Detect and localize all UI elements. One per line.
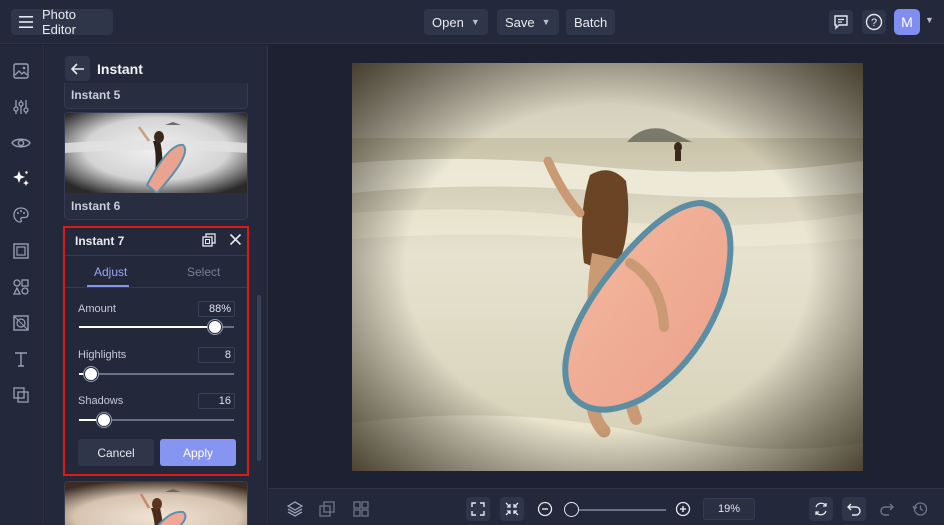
chevron-down-icon[interactable]: ▼ [925,15,934,25]
tab-adjust[interactable]: Adjust [94,265,127,279]
filter-item-label: Instant 5 [71,88,121,102]
zoom-slider-handle[interactable] [564,502,579,517]
menu-button[interactable]: Photo Editor [11,7,113,37]
hamburger-icon [19,16,33,28]
shadows-value[interactable]: 16 [198,393,235,409]
chevron-down-icon: ▼ [470,17,480,27]
filter-adjust-panel: Instant 7 Adjust Select Amount 88% Highl… [63,226,249,476]
filter-item-instant-6[interactable]: Instant 6 [64,112,248,220]
filter-item-instant-7[interactable] [64,481,248,525]
undo-icon[interactable] [842,497,866,521]
apply-button[interactable]: Apply [160,439,236,466]
effects-sparkle-icon[interactable] [10,168,32,190]
shadows-slider-handle[interactable] [96,413,111,427]
svg-text:?: ? [871,17,877,29]
highlights-slider-handle[interactable] [84,367,99,381]
filter-item-label: Instant 6 [71,199,121,213]
redo-icon[interactable] [875,497,899,521]
zoom-slider[interactable] [571,509,666,511]
overlay-icon[interactable] [10,384,32,406]
divider [65,287,247,288]
amount-slider-fill [79,326,216,328]
chevron-down-icon: ▼ [541,17,551,27]
zoom-value[interactable]: 19% [703,498,755,520]
panel-scrollbar[interactable] [257,295,261,461]
cancel-button[interactable]: Cancel [78,439,154,466]
arrow-left-icon [70,62,84,75]
feedback-icon[interactable] [829,10,853,34]
adjust-panel-title: Instant 7 [75,234,125,248]
reset-icon[interactable] [809,497,833,521]
filter-thumbnail [65,482,247,525]
open-button[interactable]: Open ▼ [424,9,488,35]
save-label: Save [505,14,535,30]
help-icon[interactable]: ? [862,10,886,34]
compare-icon[interactable] [315,497,339,521]
divider [65,255,247,256]
amount-value[interactable]: 88% [198,301,235,317]
tool-rail [0,45,44,525]
zoom-out-icon[interactable] [533,497,557,521]
zoom-in-icon[interactable] [671,497,695,521]
app-title: Photo Editor [42,7,76,37]
batch-button[interactable]: Batch [566,9,616,35]
amount-slider-handle[interactable] [208,320,223,334]
shrink-icon[interactable] [500,497,524,521]
top-bar: Photo Editor Open ▼ Save ▼ Batch ? M ▼ [0,0,944,44]
duplicate-icon[interactable] [202,233,216,252]
batch-label: Batch [574,14,608,30]
filter-item-instant-5[interactable]: Instant 5 [64,83,248,109]
shadows-label: Shadows [78,395,124,407]
graphics-icon[interactable] [10,276,32,298]
filter-thumbnail [65,113,247,193]
avatar[interactable]: M [894,9,920,35]
highlights-value[interactable]: 8 [198,347,235,363]
open-label: Open [432,14,464,30]
fit-to-screen-icon[interactable] [466,497,490,521]
highlights-label: Highlights [78,349,127,361]
layers-icon[interactable] [283,497,307,521]
history-icon[interactable] [908,497,932,521]
text-icon[interactable] [10,348,32,370]
save-button[interactable]: Save ▼ [497,9,559,35]
frame-icon[interactable] [10,240,32,262]
shadows-slider[interactable] [79,413,234,427]
grid-icon[interactable] [349,497,373,521]
amount-label: Amount [78,303,116,315]
amount-slider[interactable] [79,320,234,334]
photo-canvas[interactable] [352,63,863,471]
panel-title: Instant [97,61,143,77]
tab-select[interactable]: Select [187,265,220,279]
image-icon[interactable] [10,60,32,82]
sliders-icon[interactable] [10,96,32,118]
highlights-slider[interactable] [79,367,234,381]
eye-icon[interactable] [10,132,32,154]
back-button[interactable] [65,56,90,81]
palette-icon[interactable] [10,204,32,226]
texture-icon[interactable] [10,312,32,334]
bottom-toolbar: 19% [269,488,944,525]
close-icon[interactable] [229,233,242,251]
